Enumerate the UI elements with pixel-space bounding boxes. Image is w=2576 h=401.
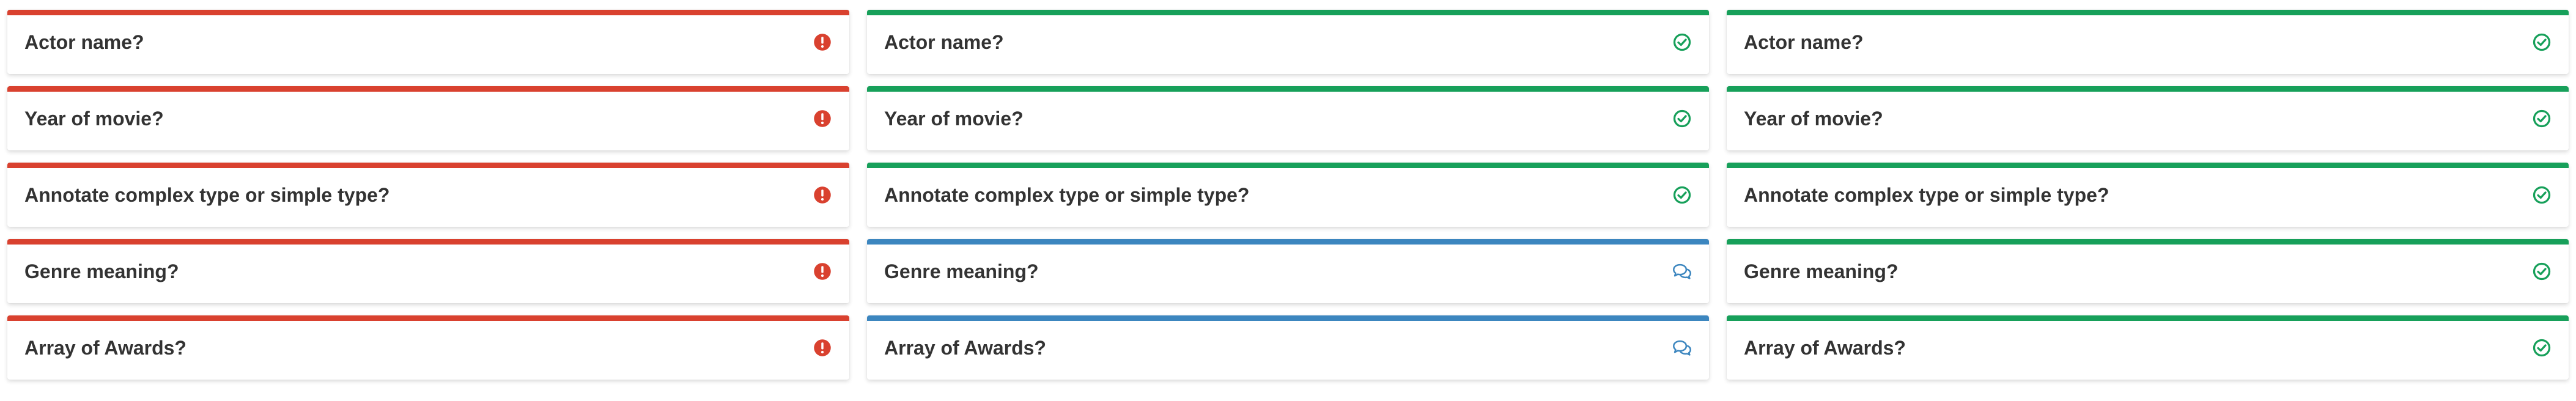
question-label: Array of Awards? bbox=[24, 336, 186, 359]
question-card[interactable]: Genre meaning? bbox=[867, 239, 1709, 303]
alert-icon bbox=[813, 185, 832, 205]
question-label: Annotate complex type or simple type? bbox=[24, 183, 390, 206]
question-label: Annotate complex type or simple type? bbox=[1744, 183, 2109, 206]
question-card[interactable]: Actor name? bbox=[867, 10, 1709, 74]
question-column-1: Actor name? Year of movie? Annotate comp… bbox=[7, 10, 849, 401]
question-column-3: Actor name? Year of movie? Annotate comp… bbox=[1727, 10, 2569, 401]
check-circle-icon bbox=[2532, 185, 2552, 205]
question-label: Actor name? bbox=[1744, 31, 1864, 53]
question-card[interactable]: Genre meaning? bbox=[1727, 239, 2569, 303]
question-label: Year of movie? bbox=[1744, 107, 1883, 130]
comments-icon bbox=[1672, 262, 1692, 281]
question-card[interactable]: Annotate complex type or simple type? bbox=[1727, 163, 2569, 227]
question-label: Array of Awards? bbox=[1744, 336, 1906, 359]
check-circle-icon bbox=[1672, 32, 1692, 52]
question-card[interactable]: Year of movie? bbox=[867, 86, 1709, 150]
question-card[interactable]: Array of Awards? bbox=[7, 315, 849, 380]
question-card[interactable]: Annotate complex type or simple type? bbox=[867, 163, 1709, 227]
question-label: Genre meaning? bbox=[1744, 260, 1899, 282]
question-label: Genre meaning? bbox=[884, 260, 1039, 282]
question-label: Year of movie? bbox=[884, 107, 1024, 130]
check-circle-icon bbox=[1672, 109, 1692, 128]
check-circle-icon bbox=[2532, 338, 2552, 358]
question-label: Annotate complex type or simple type? bbox=[884, 183, 1250, 206]
check-circle-icon bbox=[2532, 32, 2552, 52]
question-board: Actor name? Year of movie? Annotate comp… bbox=[0, 0, 2576, 401]
question-card[interactable]: Year of movie? bbox=[1727, 86, 2569, 150]
alert-icon bbox=[813, 32, 832, 52]
check-circle-icon bbox=[2532, 262, 2552, 281]
question-label: Year of movie? bbox=[24, 107, 164, 130]
question-card[interactable]: Array of Awards? bbox=[1727, 315, 2569, 380]
comments-icon bbox=[1672, 338, 1692, 358]
question-label: Array of Awards? bbox=[884, 336, 1046, 359]
question-card[interactable]: Year of movie? bbox=[7, 86, 849, 150]
alert-icon bbox=[813, 262, 832, 281]
question-card[interactable]: Array of Awards? bbox=[867, 315, 1709, 380]
check-circle-icon bbox=[2532, 109, 2552, 128]
check-circle-icon bbox=[1672, 185, 1692, 205]
question-card[interactable]: Genre meaning? bbox=[7, 239, 849, 303]
question-card[interactable]: Annotate complex type or simple type? bbox=[7, 163, 849, 227]
question-column-2: Actor name? Year of movie? Annotate comp… bbox=[867, 10, 1709, 401]
question-label: Actor name? bbox=[24, 31, 144, 53]
alert-icon bbox=[813, 109, 832, 128]
question-label: Genre meaning? bbox=[24, 260, 179, 282]
question-label: Actor name? bbox=[884, 31, 1004, 53]
alert-icon bbox=[813, 338, 832, 358]
question-card[interactable]: Actor name? bbox=[1727, 10, 2569, 74]
question-card[interactable]: Actor name? bbox=[7, 10, 849, 74]
